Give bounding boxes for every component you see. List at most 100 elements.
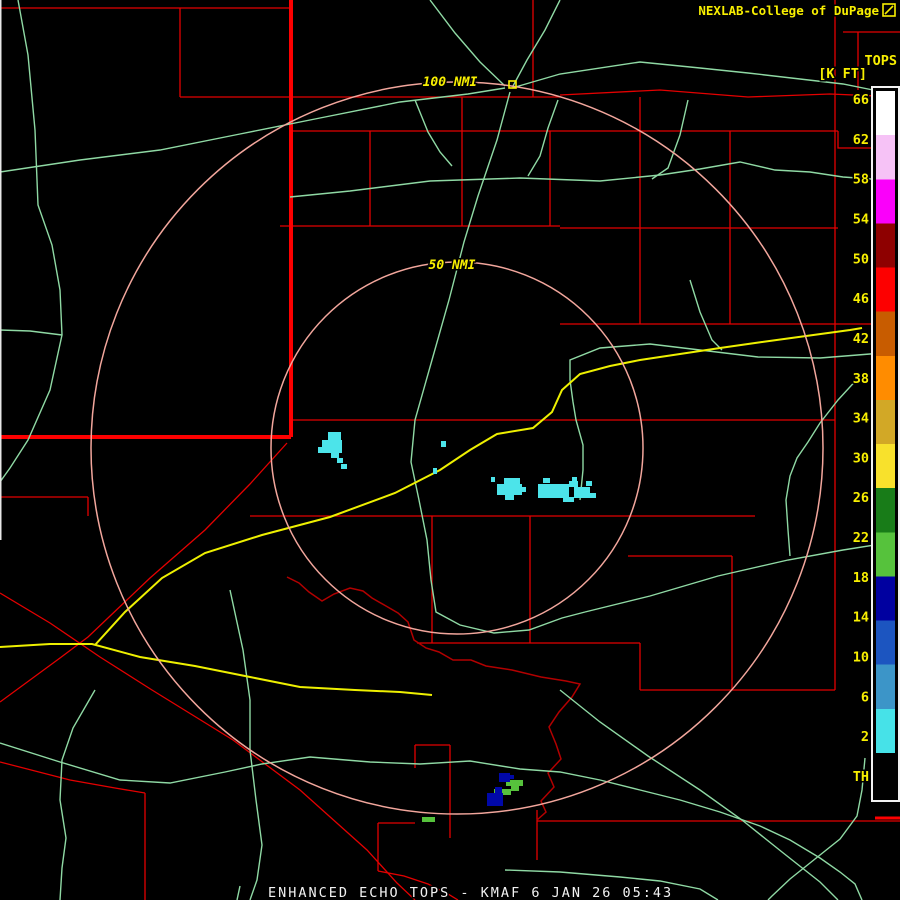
echo-region (504, 478, 520, 485)
road-green (512, 0, 561, 87)
range-ring (90, 81, 824, 815)
scale-tick-label: 66 (853, 92, 869, 108)
scale-tick-label: 10 (853, 650, 869, 666)
scale-tick-label: 42 (853, 331, 869, 347)
scale-tick-label: TH (853, 769, 869, 785)
color-scale-block (876, 488, 895, 533)
echo-region (538, 484, 569, 498)
echo-region (590, 493, 596, 498)
echo-region (543, 478, 550, 483)
scale-tick-label: 58 (853, 172, 869, 188)
scale-tick-label: 30 (853, 450, 869, 466)
scale-tick-label: 26 (853, 490, 869, 506)
echo-region (487, 793, 503, 806)
product-caption: ENHANCED ECHO TOPS - KMAF 6 JAN 26 05:43 (268, 885, 673, 900)
echo-region (433, 468, 437, 474)
county-line (0, 761, 146, 794)
color-scale-block (876, 576, 895, 621)
color-scale-block (876, 223, 895, 268)
echo-region (331, 452, 339, 458)
county-line (0, 442, 288, 703)
echo-region (563, 497, 574, 502)
color-scale-block (876, 355, 895, 401)
river-county-border-layer (286, 576, 582, 821)
color-scale: 66625854504642383430262218141062TH (851, 86, 900, 802)
nexlab-logo-icon (882, 3, 896, 17)
echo-region (499, 773, 510, 782)
scale-tick-label: 14 (853, 610, 869, 626)
scale-tick-label: 34 (853, 411, 869, 427)
scale-tick-label: 46 (853, 291, 869, 307)
range-label-50nmi: 50 NMI (429, 258, 476, 273)
state-border-layer (0, 0, 293, 439)
county-line (559, 89, 900, 98)
range-label-100nmi: 100 NMI (423, 75, 478, 90)
echo-region (574, 487, 590, 498)
road-green (689, 279, 723, 351)
map-layers (0, 0, 900, 900)
color-scale-block (876, 532, 895, 577)
scale-tick-label: 38 (853, 371, 869, 387)
radar-map: 100 NMI 50 NMI NEXLAB-College of DuPage … (0, 0, 900, 900)
echo-region (441, 441, 446, 447)
road-yellow-layer (0, 327, 863, 696)
road-green (651, 99, 689, 180)
road-green (59, 689, 96, 900)
scale-tick-label: 62 (853, 132, 869, 148)
color-scale-block (876, 135, 895, 180)
scale-tick-label: 22 (853, 530, 869, 546)
color-scale-block (876, 620, 895, 666)
road-green (0, 87, 506, 173)
road-green (0, 0, 63, 483)
color-scale-block (876, 179, 895, 224)
color-scale-block (876, 267, 895, 313)
echo-region (491, 477, 495, 482)
echo-region (322, 440, 342, 453)
road-yellow (0, 643, 433, 696)
color-scale-block (876, 444, 895, 489)
echo-region (509, 775, 514, 779)
echo-region (337, 458, 343, 463)
road-green (414, 99, 453, 167)
county-line (0, 592, 416, 900)
scale-tick-label: 2 (861, 729, 869, 745)
color-scale-block (876, 311, 895, 357)
map-edge-line (0, 0, 2, 540)
color-scale-block (876, 91, 895, 136)
echo-green-mid-tops (422, 780, 523, 822)
echo-region (422, 817, 435, 822)
echo-region (495, 787, 502, 793)
road-green (229, 589, 263, 900)
echo-region (497, 484, 522, 495)
county-line-layer (0, 0, 900, 900)
river-county-border (286, 576, 582, 821)
echo-cyan-low-tops (318, 432, 596, 502)
echo-region (511, 786, 519, 791)
scale-tick-label: 6 (861, 689, 869, 705)
echo-region (505, 495, 514, 500)
radar-screen: 100 NMI 50 NMI NEXLAB-College of DuPage … (0, 0, 900, 900)
road-green (569, 343, 900, 501)
scale-tick-label: 54 (853, 211, 869, 227)
echo-region (569, 481, 578, 487)
color-scale-block (876, 708, 895, 754)
road-green (559, 689, 839, 900)
scale-title: TOPS (864, 53, 897, 69)
range-rings (90, 81, 824, 815)
road-yellow (94, 327, 863, 646)
road-green (429, 0, 506, 87)
scale-tick-label: 18 (853, 570, 869, 586)
color-scale-block (876, 399, 895, 445)
echo-region (341, 464, 347, 469)
echo-region (328, 432, 341, 441)
echo-region (521, 487, 526, 492)
road-green (236, 885, 241, 900)
road-green (0, 329, 63, 336)
color-scale-block (876, 752, 895, 798)
road-green (289, 161, 900, 198)
road-green (527, 99, 559, 177)
scale-units: [K FT] (818, 66, 867, 82)
echo-region (586, 481, 592, 486)
echo-region (318, 447, 323, 453)
echo-region (572, 477, 577, 481)
